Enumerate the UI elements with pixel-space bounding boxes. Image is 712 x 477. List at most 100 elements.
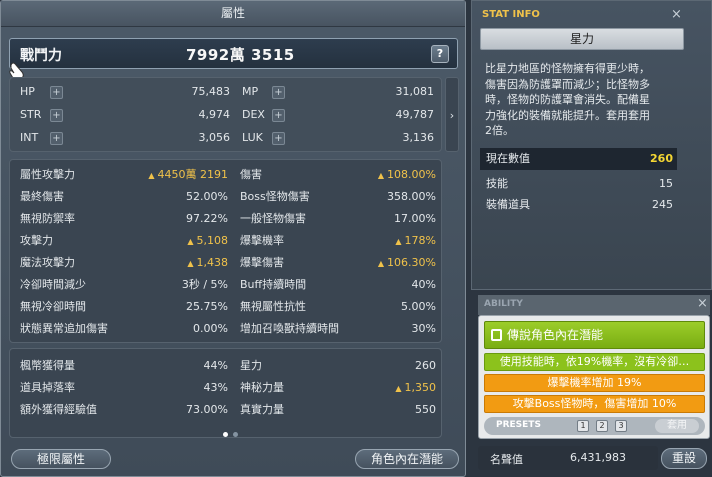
stat-row: 楓幣獲得量 44% xyxy=(20,356,228,376)
stat-label: 增加召喚獸持續時間 xyxy=(240,322,339,335)
stat-label: 魔法攻擊力 xyxy=(20,256,75,269)
preset-1-button[interactable]: 1 xyxy=(577,420,589,432)
row-label: 技能 xyxy=(486,177,508,190)
ability-grade-bar: 傳說角色內在潛能 xyxy=(484,321,705,349)
stat-value: 49,787 xyxy=(395,108,435,121)
stat-row: 無視屬性抗性 5.00% xyxy=(240,297,436,317)
stat-value: ▲ 178% xyxy=(395,231,436,252)
close-icon[interactable]: × xyxy=(671,7,682,22)
stat-row-int: INT + 3,056 xyxy=(20,128,230,148)
stat-value: 17.00% xyxy=(394,209,436,229)
increase-arrow-icon: ▲ xyxy=(148,171,155,180)
stat-row: 傷害 ▲ 108.00% xyxy=(240,165,436,185)
stat-row: 冷卻時間減少 3秒 / 5% xyxy=(20,275,228,295)
apply-preset-button[interactable]: 套用 xyxy=(655,419,699,433)
presets-label: PRESETS xyxy=(496,420,541,430)
stat-label: 爆擊傷害 xyxy=(240,256,284,269)
stat-plus-button[interactable]: + xyxy=(272,132,285,145)
preset-2-button[interactable]: 2 xyxy=(596,420,608,432)
stat-row: Boss怪物傷害 358.00% xyxy=(240,187,436,207)
combat-power-bar: 戰鬥力 7992萬 3515 ? xyxy=(9,38,458,69)
description-line: 2倍。 xyxy=(485,124,514,137)
stat-row-luk: LUK + 3,136 xyxy=(242,128,434,148)
stat-value: 4,974 xyxy=(198,108,231,121)
stat-row: 神秘力量 ▲ 1,350 xyxy=(240,378,436,398)
stat-plus-button[interactable]: + xyxy=(50,132,63,145)
stat-value: 5.00% xyxy=(401,297,436,317)
stat-plus-button[interactable]: + xyxy=(272,109,285,122)
stat-label: 攻擊力 xyxy=(20,234,53,247)
page-dot[interactable] xyxy=(233,432,238,437)
description-line: 力強化的裝備就能提升。套用套用 xyxy=(485,108,650,122)
stat-value-text: 97.22% xyxy=(186,212,228,225)
fame-box: 名聲值 6,431,983 xyxy=(478,446,658,470)
ability-line-3: 攻擊Boss怪物時，傷害增加 10% xyxy=(484,395,705,413)
stat-value-text: 25.75% xyxy=(186,300,228,313)
stat-row: 增加召喚獸持續時間 30% xyxy=(240,319,436,339)
stat-value-text: 40% xyxy=(411,278,436,291)
ability-window: 傳說角色內在潛能 使用技能時，依19%機率，沒有冷卻… 爆擊機率增加 19% 攻… xyxy=(478,315,710,439)
preset-3-button[interactable]: 3 xyxy=(615,420,627,432)
reset-button[interactable]: 重設 xyxy=(661,448,707,469)
stat-label: 無視冷卻時間 xyxy=(20,300,86,313)
stat-label: 爆擊機率 xyxy=(240,234,284,247)
stat-value: 31,081 xyxy=(395,85,435,98)
stat-label: 道具掉落率 xyxy=(20,381,75,394)
row-label: 裝備道具 xyxy=(486,198,530,211)
stat-label: 冷卻時間減少 xyxy=(20,278,86,291)
stat-row-str: STR + 4,974 xyxy=(20,105,230,125)
description-line: 時，怪物的防護罩會消失。配備星 xyxy=(485,93,650,106)
stat-plus-button[interactable]: + xyxy=(50,109,63,122)
stat-value-text: 5,108 xyxy=(196,234,229,247)
stat-label: LUK xyxy=(242,131,263,144)
stat-value-text: 108.00% xyxy=(387,168,436,181)
stat-value: 73.00% xyxy=(186,400,228,420)
stat-value-text: 1,438 xyxy=(196,256,229,269)
stat-value: ▲ 5,108 xyxy=(187,231,228,252)
increase-arrow-icon: ▲ xyxy=(395,237,402,246)
stat-value: 30% xyxy=(412,319,436,339)
stat-plus-button[interactable]: + xyxy=(50,86,63,99)
stat-info-skill-row: 技能 15 xyxy=(480,173,677,195)
extra-stats-section: 楓幣獲得量 44% 星力 260 道具掉落率 43% 神秘力量 ▲ 1,350 額外獲得經驗值 73… xyxy=(9,348,442,438)
ability-close-icon[interactable]: × xyxy=(697,296,708,311)
stat-label: DEX xyxy=(242,108,265,121)
stat-value-text: 0.00% xyxy=(193,322,228,335)
stat-row: Buff持續時間 40% xyxy=(240,275,436,295)
inner-ability-button[interactable]: 角色內在潛能 xyxy=(355,449,459,469)
stat-row: 無視冷卻時間 25.75% xyxy=(20,297,228,317)
increase-arrow-icon: ▲ xyxy=(187,259,194,268)
description-line: 傷害因為防護罩而減少；比怪物多 xyxy=(485,77,650,91)
stat-value: 3,056 xyxy=(198,131,231,144)
stat-label: 真實力量 xyxy=(240,403,284,416)
stat-value-text: 52.00% xyxy=(186,190,228,203)
stat-value-text: 1,350 xyxy=(404,381,437,394)
stat-plus-button[interactable]: + xyxy=(272,86,285,99)
stat-row: 爆擊傷害 ▲ 106.30% xyxy=(240,253,436,273)
stat-row: 最終傷害 52.00% xyxy=(20,187,228,207)
stat-label: 傷害 xyxy=(240,168,262,181)
stat-row: 星力 260 xyxy=(240,356,436,376)
stat-value-text: 43% xyxy=(203,381,228,394)
expand-stats-arrow[interactable]: › xyxy=(445,77,459,152)
ability-header-bar: ABILITY xyxy=(478,295,710,315)
stat-info-header: STAT INFO xyxy=(482,9,540,20)
stat-value: ▲ 4450萬 2191 xyxy=(148,165,228,186)
ability-line-2: 爆擊機率增加 19% xyxy=(484,374,705,392)
stat-label: MP xyxy=(242,85,259,98)
stat-row: 攻擊力 ▲ 5,108 xyxy=(20,231,228,251)
help-button[interactable]: ? xyxy=(431,45,449,63)
stat-value: ▲ 106.30% xyxy=(378,253,436,274)
combat-power-value: 7992萬 3515 xyxy=(186,46,295,64)
stat-value-text: 106.30% xyxy=(387,256,436,269)
stat-row: 魔法攻擊力 ▲ 1,438 xyxy=(20,253,228,273)
stat-window-title: 屬性 xyxy=(1,1,465,27)
page-dot-active[interactable] xyxy=(223,432,228,437)
stat-label: HP xyxy=(20,85,35,98)
stat-value-text: 358.00% xyxy=(387,190,436,203)
stat-row: 道具掉落率 43% xyxy=(20,378,228,398)
fame-label: 名聲值 xyxy=(490,453,523,466)
hyper-stat-button[interactable]: 極限屬性 xyxy=(11,449,111,469)
description-line: 比星力地區的怪物擁有得更少時， xyxy=(485,62,650,75)
stat-label: 無視防禦率 xyxy=(20,212,75,225)
